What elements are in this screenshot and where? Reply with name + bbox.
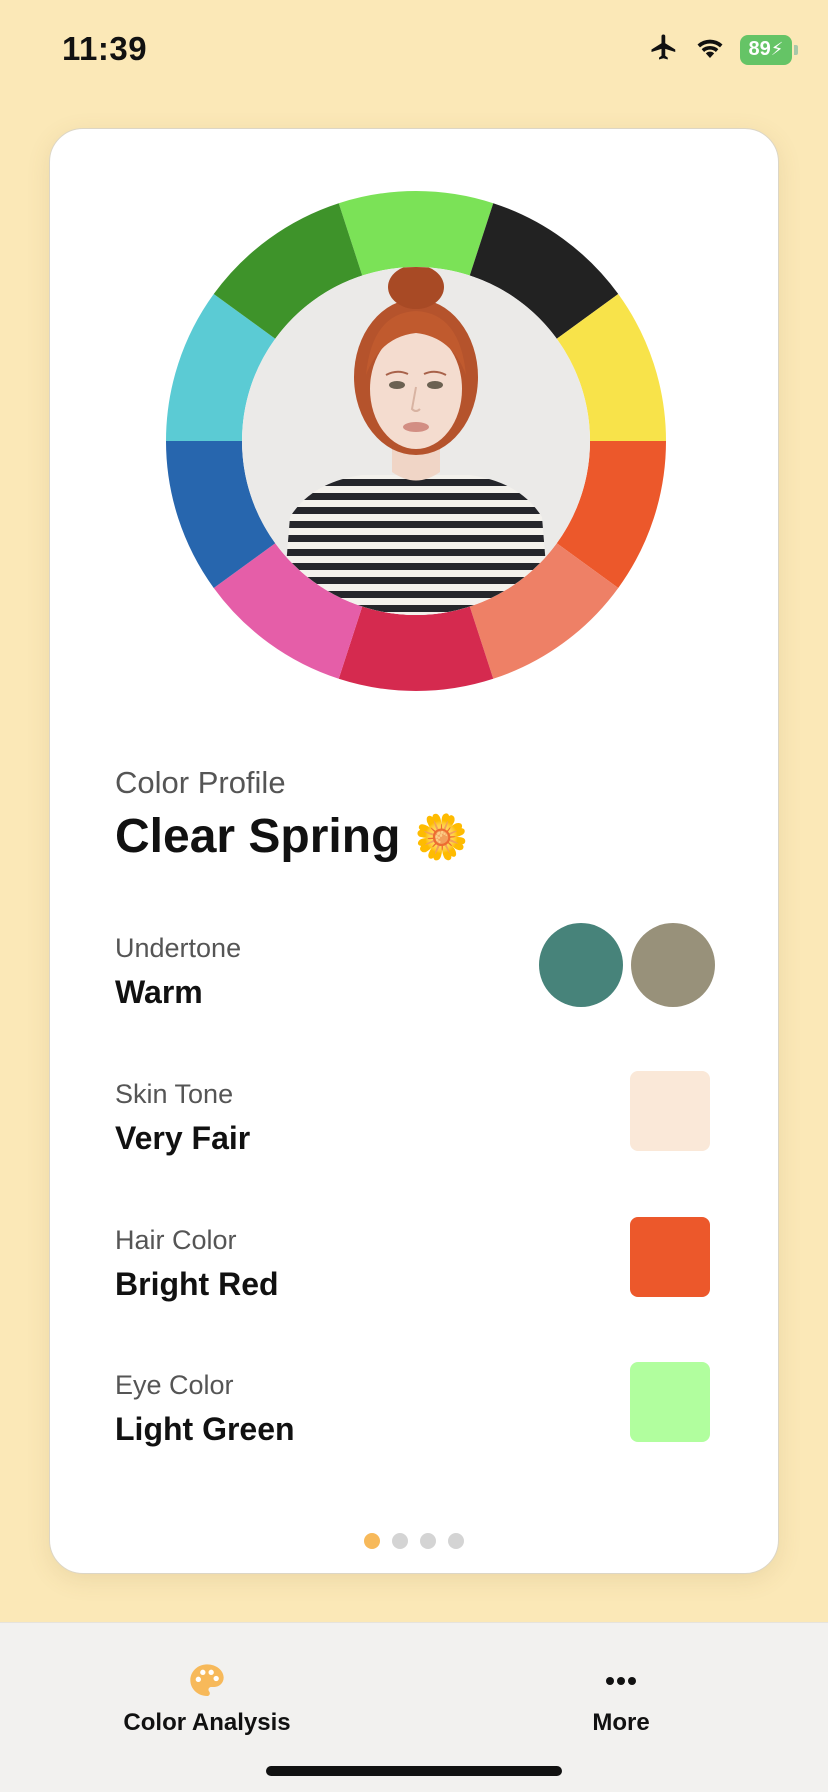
status-time: 11:39 — [62, 30, 148, 67]
page-dot[interactable] — [392, 1533, 408, 1549]
attribute-value: Light Green — [115, 1411, 295, 1447]
status-icons: 89 ⚡ — [648, 32, 798, 67]
portrait-photo — [242, 267, 590, 615]
color-swatch — [631, 923, 715, 1007]
battery-charging-icon: 89 ⚡ — [740, 34, 798, 65]
color-wheel — [166, 191, 666, 691]
attribute-label: Skin Tone — [115, 1079, 234, 1109]
flower-emoji-icon: 🌼 — [414, 812, 470, 862]
color-swatch — [630, 1362, 710, 1442]
page-indicator[interactable] — [50, 1533, 778, 1549]
profile-caption: Color Profile — [115, 765, 286, 800]
wheel-segment — [338, 606, 494, 691]
color-swatch — [630, 1217, 710, 1297]
undertone-swatches — [539, 923, 715, 1007]
attribute-value: Bright Red — [115, 1266, 279, 1302]
attribute-row-skin-tone: Skin Tone Very Fair — [115, 1071, 715, 1169]
attribute-value: Very Fair — [115, 1120, 251, 1156]
attribute-row-eye-color: Eye Color Light Green — [115, 1362, 715, 1460]
attribute-label: Hair Color — [115, 1225, 237, 1255]
wifi-icon — [694, 34, 726, 65]
status-bar: 11:39 89 ⚡ — [0, 0, 828, 100]
airplane-icon — [648, 32, 680, 67]
home-indicator — [266, 1766, 562, 1776]
page-dot[interactable] — [420, 1533, 436, 1549]
color-swatch — [539, 923, 623, 1007]
color-swatch — [630, 1071, 710, 1151]
profile-name: Clear Spring — [115, 810, 401, 863]
tab-label: More — [592, 1709, 650, 1736]
palette-icon — [187, 1661, 227, 1701]
charging-bolt-icon: ⚡ — [770, 39, 784, 59]
battery-level: 89 — [748, 38, 771, 60]
tab-label: Color Analysis — [123, 1709, 291, 1736]
attribute-row-hair-color: Hair Color Bright Red — [115, 1217, 715, 1315]
profile-title: Clear Spring 🌼 — [115, 809, 469, 864]
page-dot[interactable] — [364, 1533, 380, 1549]
attribute-row-undertone: Undertone Warm — [115, 923, 715, 1023]
tab-more[interactable]: More — [501, 1661, 741, 1737]
color-profile-card[interactable]: Color Profile Clear Spring 🌼 Undertone W… — [49, 128, 779, 1574]
more-dots-icon — [601, 1661, 641, 1701]
wheel-segment — [338, 191, 494, 276]
tab-color-analysis[interactable]: Color Analysis — [87, 1661, 327, 1737]
attribute-label: Eye Color — [115, 1370, 234, 1400]
page-dot[interactable] — [448, 1533, 464, 1549]
